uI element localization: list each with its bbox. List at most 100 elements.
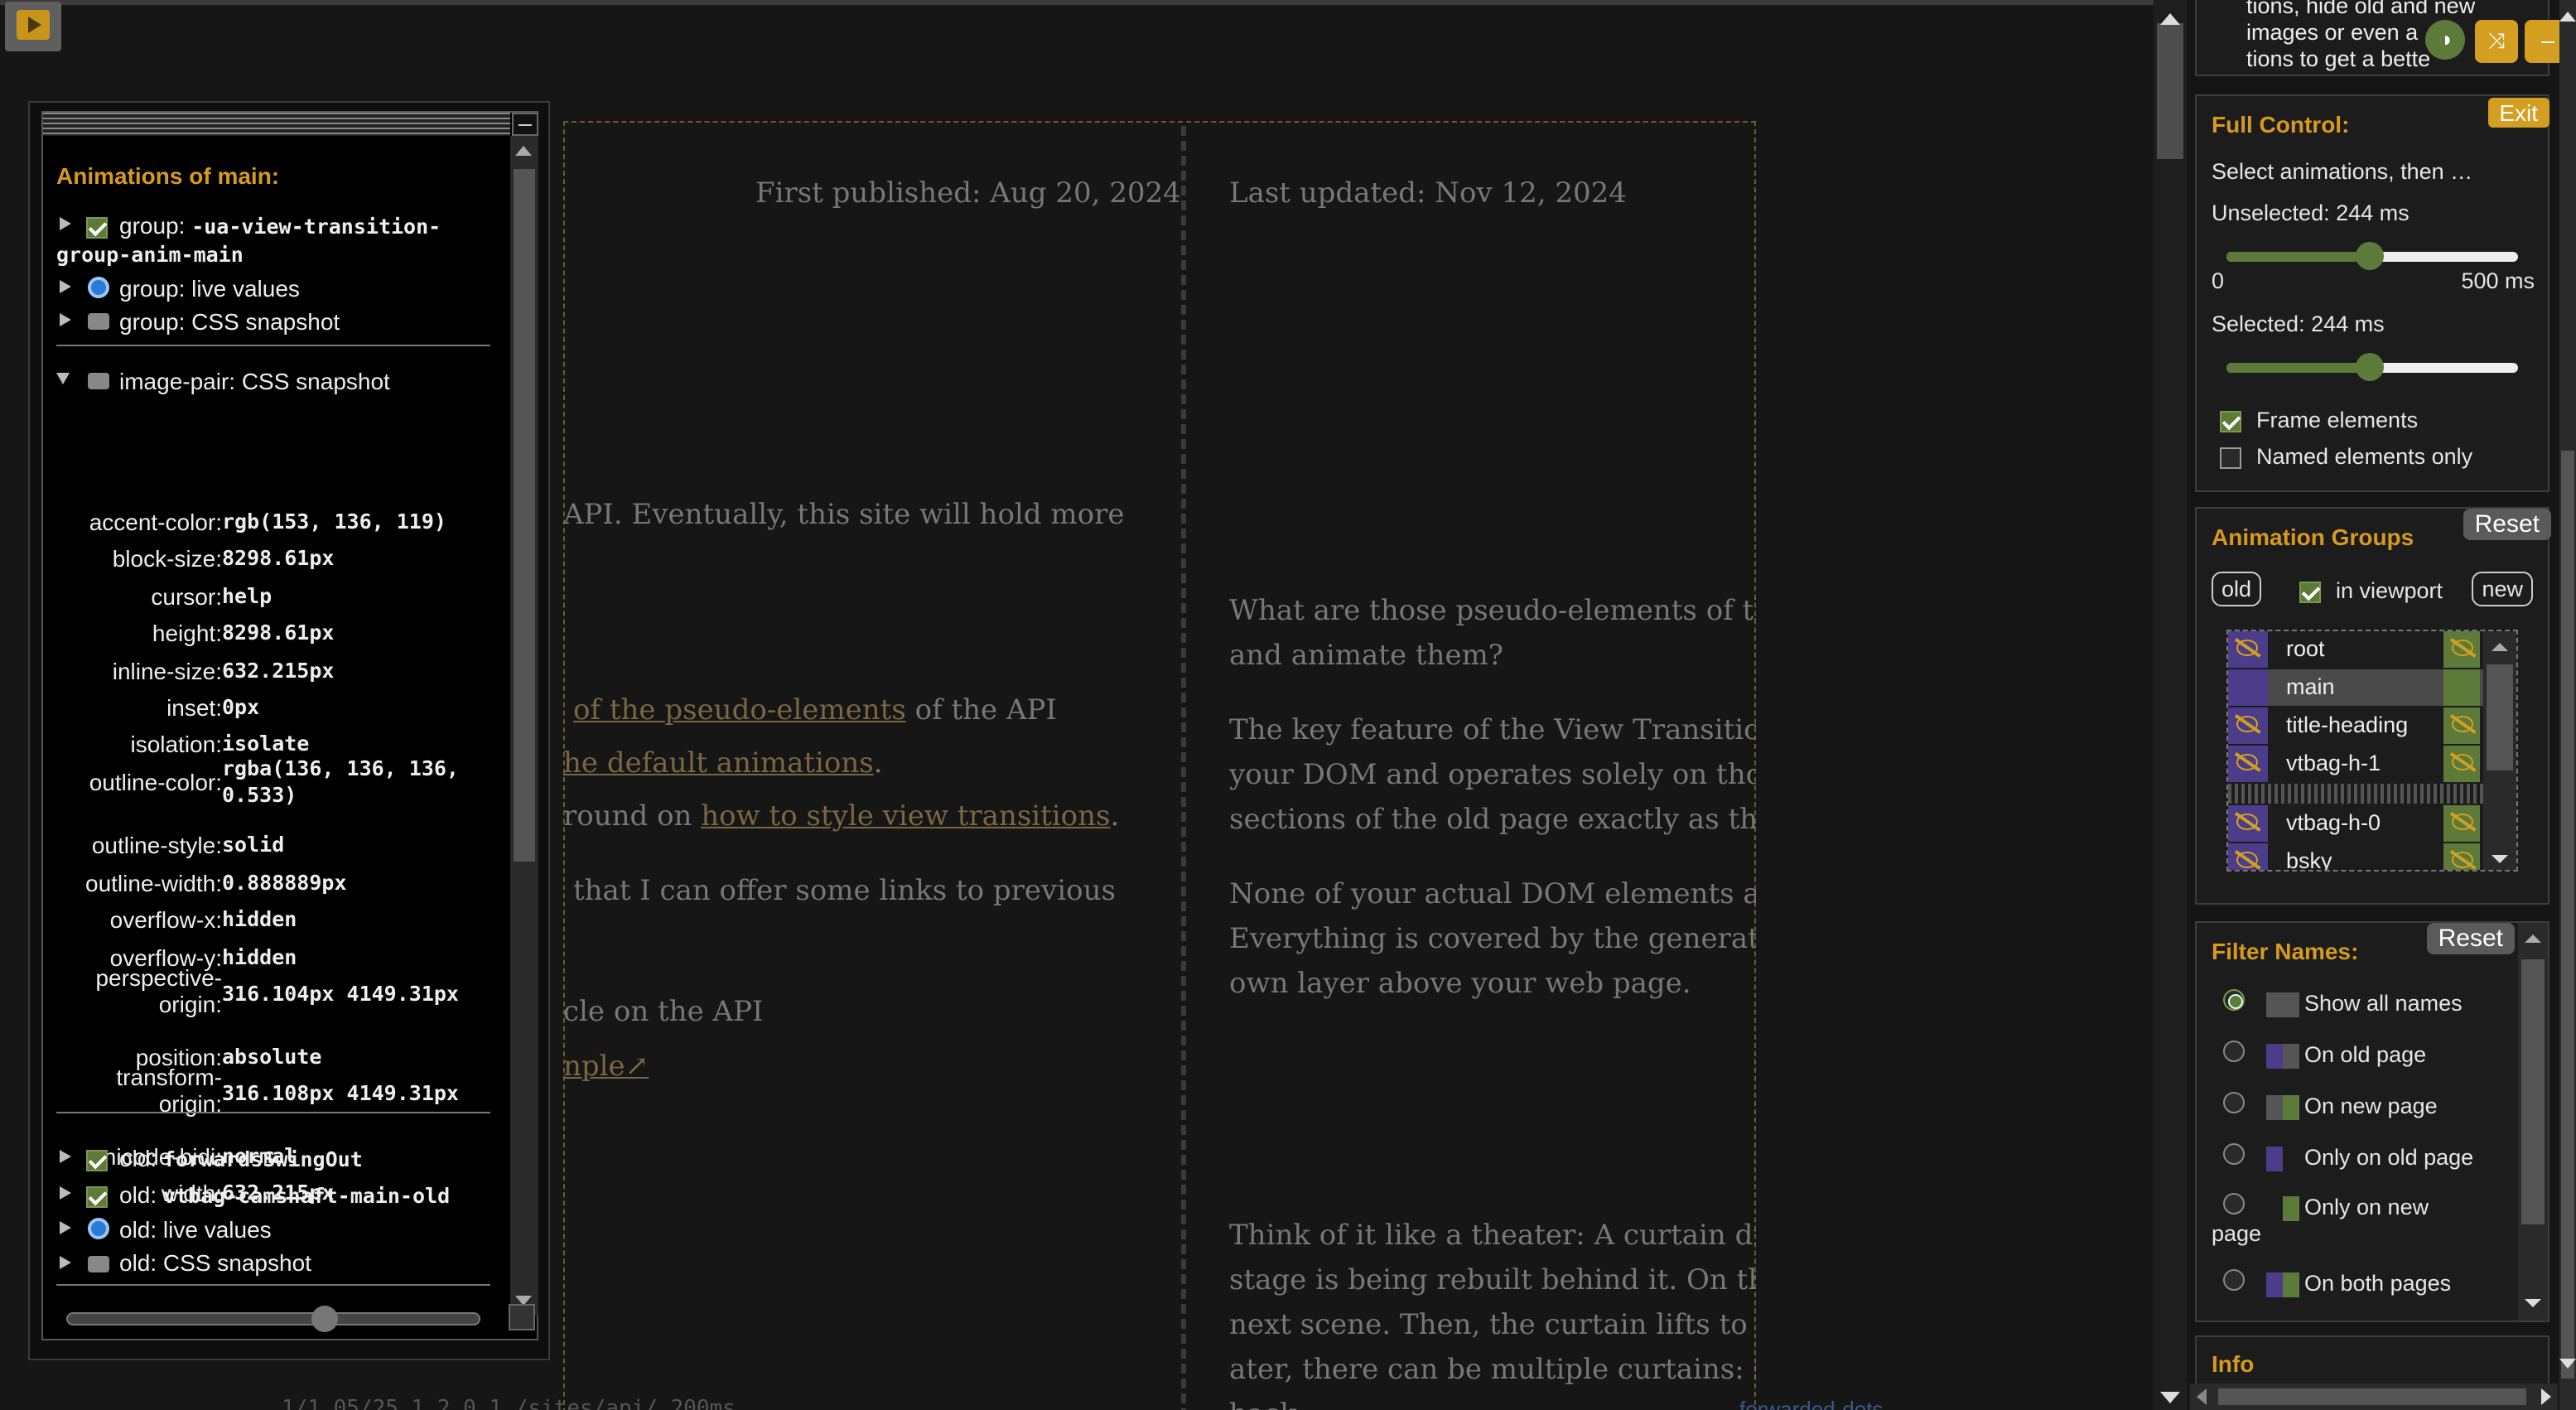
property-value: solid bbox=[222, 832, 285, 857]
group-item-title-heading[interactable]: title-heading bbox=[2228, 707, 2516, 744]
scroll-down-arrow-icon[interactable] bbox=[2160, 1392, 2180, 1403]
group-anim-label-cont: group-anim-main bbox=[56, 242, 244, 267]
radio-on-new[interactable] bbox=[2223, 1092, 2245, 1113]
named-only-option[interactable]: Named elements only bbox=[2220, 444, 2472, 469]
checkbox-checked-icon[interactable] bbox=[86, 217, 108, 239]
property-value: rgba(136, 136, 136, 0.533) bbox=[222, 756, 459, 807]
group-item-main[interactable]: main bbox=[2228, 669, 2516, 706]
expand-arrow-icon[interactable] bbox=[60, 1221, 71, 1234]
info-title: Info bbox=[2212, 1350, 2255, 1377]
page-scrollbar[interactable] bbox=[2154, 0, 2187, 1410]
checkbox-checked-icon[interactable] bbox=[2299, 581, 2321, 603]
hidden-eye-icon[interactable] bbox=[2236, 852, 2258, 868]
option-both[interactable]: On both pages bbox=[2304, 1271, 2451, 1296]
radio-on-old[interactable] bbox=[2223, 1041, 2245, 1062]
group-item-label: main bbox=[2286, 674, 2335, 699]
property-value: 8298.61px bbox=[222, 620, 335, 645]
film-play-icon[interactable] bbox=[5, 2, 61, 51]
unselected-duration-slider[interactable] bbox=[2226, 242, 2518, 270]
group-item-label: vtbag-h-1 bbox=[2286, 751, 2381, 775]
hidden-eye-icon[interactable] bbox=[2236, 716, 2258, 732]
hidden-eye-icon[interactable] bbox=[2236, 814, 2258, 830]
radio-show-all[interactable] bbox=[2223, 989, 2245, 1011]
hidden-eye-icon[interactable] bbox=[2236, 754, 2258, 770]
selected-duration-slider[interactable] bbox=[2226, 353, 2518, 381]
date-updated: Last updated: Nov 12, 2024 bbox=[1229, 177, 1627, 210]
old-button[interactable]: old bbox=[2212, 572, 2262, 606]
option-only-new[interactable]: Only on new bbox=[2304, 1195, 2429, 1219]
property-value: rgb(153, 136, 119) bbox=[222, 509, 446, 534]
panel-horizontal-scrollbar[interactable] bbox=[2190, 1383, 2558, 1410]
option-show-all[interactable]: Show all names bbox=[2304, 991, 2463, 1016]
checkbox-checked-icon[interactable] bbox=[86, 1186, 108, 1209]
scroll-up-arrow-icon[interactable] bbox=[2160, 13, 2180, 25]
group-item-vtbag-h-0[interactable]: vtbag-h-0 bbox=[2228, 805, 2516, 842]
swatch-only-new-icon bbox=[2283, 1196, 2299, 1221]
property-name: outline-style: bbox=[91, 832, 222, 858]
example-link[interactable]: nple↗ bbox=[563, 1050, 649, 1084]
checkbox-checked-icon[interactable] bbox=[2220, 410, 2241, 432]
frame-elements-option[interactable]: Frame elements bbox=[2220, 408, 2418, 432]
hidden-eye-icon[interactable] bbox=[2236, 640, 2258, 656]
filter-scrollbar[interactable] bbox=[2518, 923, 2548, 1321]
column-divider bbox=[1181, 126, 1186, 1410]
property-value: absolute bbox=[222, 1044, 322, 1069]
left-paragraph-5: that I can offer some links to previous bbox=[573, 875, 1116, 908]
option-on-old[interactable]: On old page bbox=[2304, 1042, 2426, 1067]
zoom-slider[interactable] bbox=[66, 1306, 480, 1332]
checkbox-checked-icon[interactable] bbox=[86, 1150, 108, 1172]
expand-arrow-icon[interactable] bbox=[60, 1186, 71, 1200]
group-item-vtbag-h-1[interactable]: vtbag-h-1 bbox=[2228, 746, 2516, 782]
animations-inspector-panel: Animations of main: group: -ua-view-tran… bbox=[28, 101, 550, 1360]
expand-arrow-icon[interactable] bbox=[60, 217, 71, 230]
group-item-bsky[interactable]: bsky bbox=[2228, 843, 2516, 872]
pseudo-elements-link[interactable]: of the pseudo-elements bbox=[573, 694, 906, 727]
collapse-arrow-icon[interactable] bbox=[56, 373, 70, 384]
swap-icon[interactable]: ⤨ bbox=[2475, 20, 2518, 63]
option-only-old[interactable]: Only on old page bbox=[2304, 1145, 2473, 1170]
drag-handle[interactable] bbox=[43, 113, 510, 136]
filter-reset-button[interactable]: Reset bbox=[2426, 923, 2515, 954]
checkbox-unchecked-icon[interactable] bbox=[2220, 447, 2241, 469]
page-scrollbar-thumb[interactable] bbox=[2157, 23, 2183, 159]
expand-arrow-icon[interactable] bbox=[60, 1256, 71, 1269]
left-paragraph-6: cle on the API bbox=[563, 996, 764, 1029]
groups-list-scrollbar[interactable] bbox=[2483, 631, 2516, 870]
hidden-eye-icon[interactable] bbox=[2452, 640, 2473, 656]
camera-icon bbox=[88, 313, 109, 330]
style-view-transitions-link[interactable]: how to style view transitions bbox=[701, 800, 1110, 833]
animation-groups-list: root main title-heading vtbag-h-1 vtbag-h-0 b… bbox=[2226, 630, 2518, 872]
expand-arrow-icon[interactable] bbox=[60, 280, 71, 293]
group-item-divider[interactable] bbox=[2228, 784, 2516, 804]
exit-button[interactable]: Exit bbox=[2487, 98, 2549, 128]
separator bbox=[56, 345, 490, 346]
footer-link[interactable]: forwarded-dots bbox=[1739, 1397, 1883, 1410]
live-dot-icon bbox=[88, 277, 109, 298]
minimize-icon[interactable] bbox=[512, 113, 538, 136]
animation-groups-title: Animation Groups bbox=[2212, 524, 2414, 550]
hidden-eye-icon[interactable] bbox=[2452, 852, 2473, 868]
radio-only-new[interactable] bbox=[2223, 1193, 2245, 1214]
expand-arrow-icon[interactable] bbox=[60, 1150, 71, 1163]
panel-scrollbar[interactable] bbox=[2559, 0, 2576, 1410]
groups-reset-button[interactable]: Reset bbox=[2463, 509, 2551, 540]
group-item-root[interactable]: root bbox=[2228, 631, 2516, 668]
resize-handle-icon[interactable] bbox=[509, 1304, 535, 1330]
radio-only-old[interactable] bbox=[2223, 1143, 2245, 1165]
hidden-eye-icon[interactable] bbox=[2452, 716, 2473, 732]
property-value: 8298.61px bbox=[222, 545, 335, 570]
inspector-scrollbar[interactable] bbox=[510, 136, 538, 1316]
option-on-new[interactable]: On new page bbox=[2304, 1094, 2438, 1118]
new-button[interactable]: new bbox=[2472, 572, 2533, 606]
radio-both[interactable] bbox=[2223, 1269, 2245, 1291]
hidden-eye-icon[interactable] bbox=[2452, 814, 2473, 830]
default-animations-link[interactable]: he default animations bbox=[563, 747, 874, 780]
left-paragraph-4: round on how to style view transitions. bbox=[563, 800, 1120, 833]
group-item-label: bsky bbox=[2286, 848, 2332, 872]
expand-arrow-icon[interactable] bbox=[60, 313, 71, 326]
camera-icon bbox=[88, 1256, 109, 1272]
theme-toggle-icon[interactable]: ◑ bbox=[2425, 20, 2465, 60]
hidden-eye-icon[interactable] bbox=[2452, 754, 2473, 770]
left-paragraph-3: he default animations. bbox=[563, 747, 883, 780]
in-viewport-option[interactable]: in viewport bbox=[2299, 578, 2443, 603]
